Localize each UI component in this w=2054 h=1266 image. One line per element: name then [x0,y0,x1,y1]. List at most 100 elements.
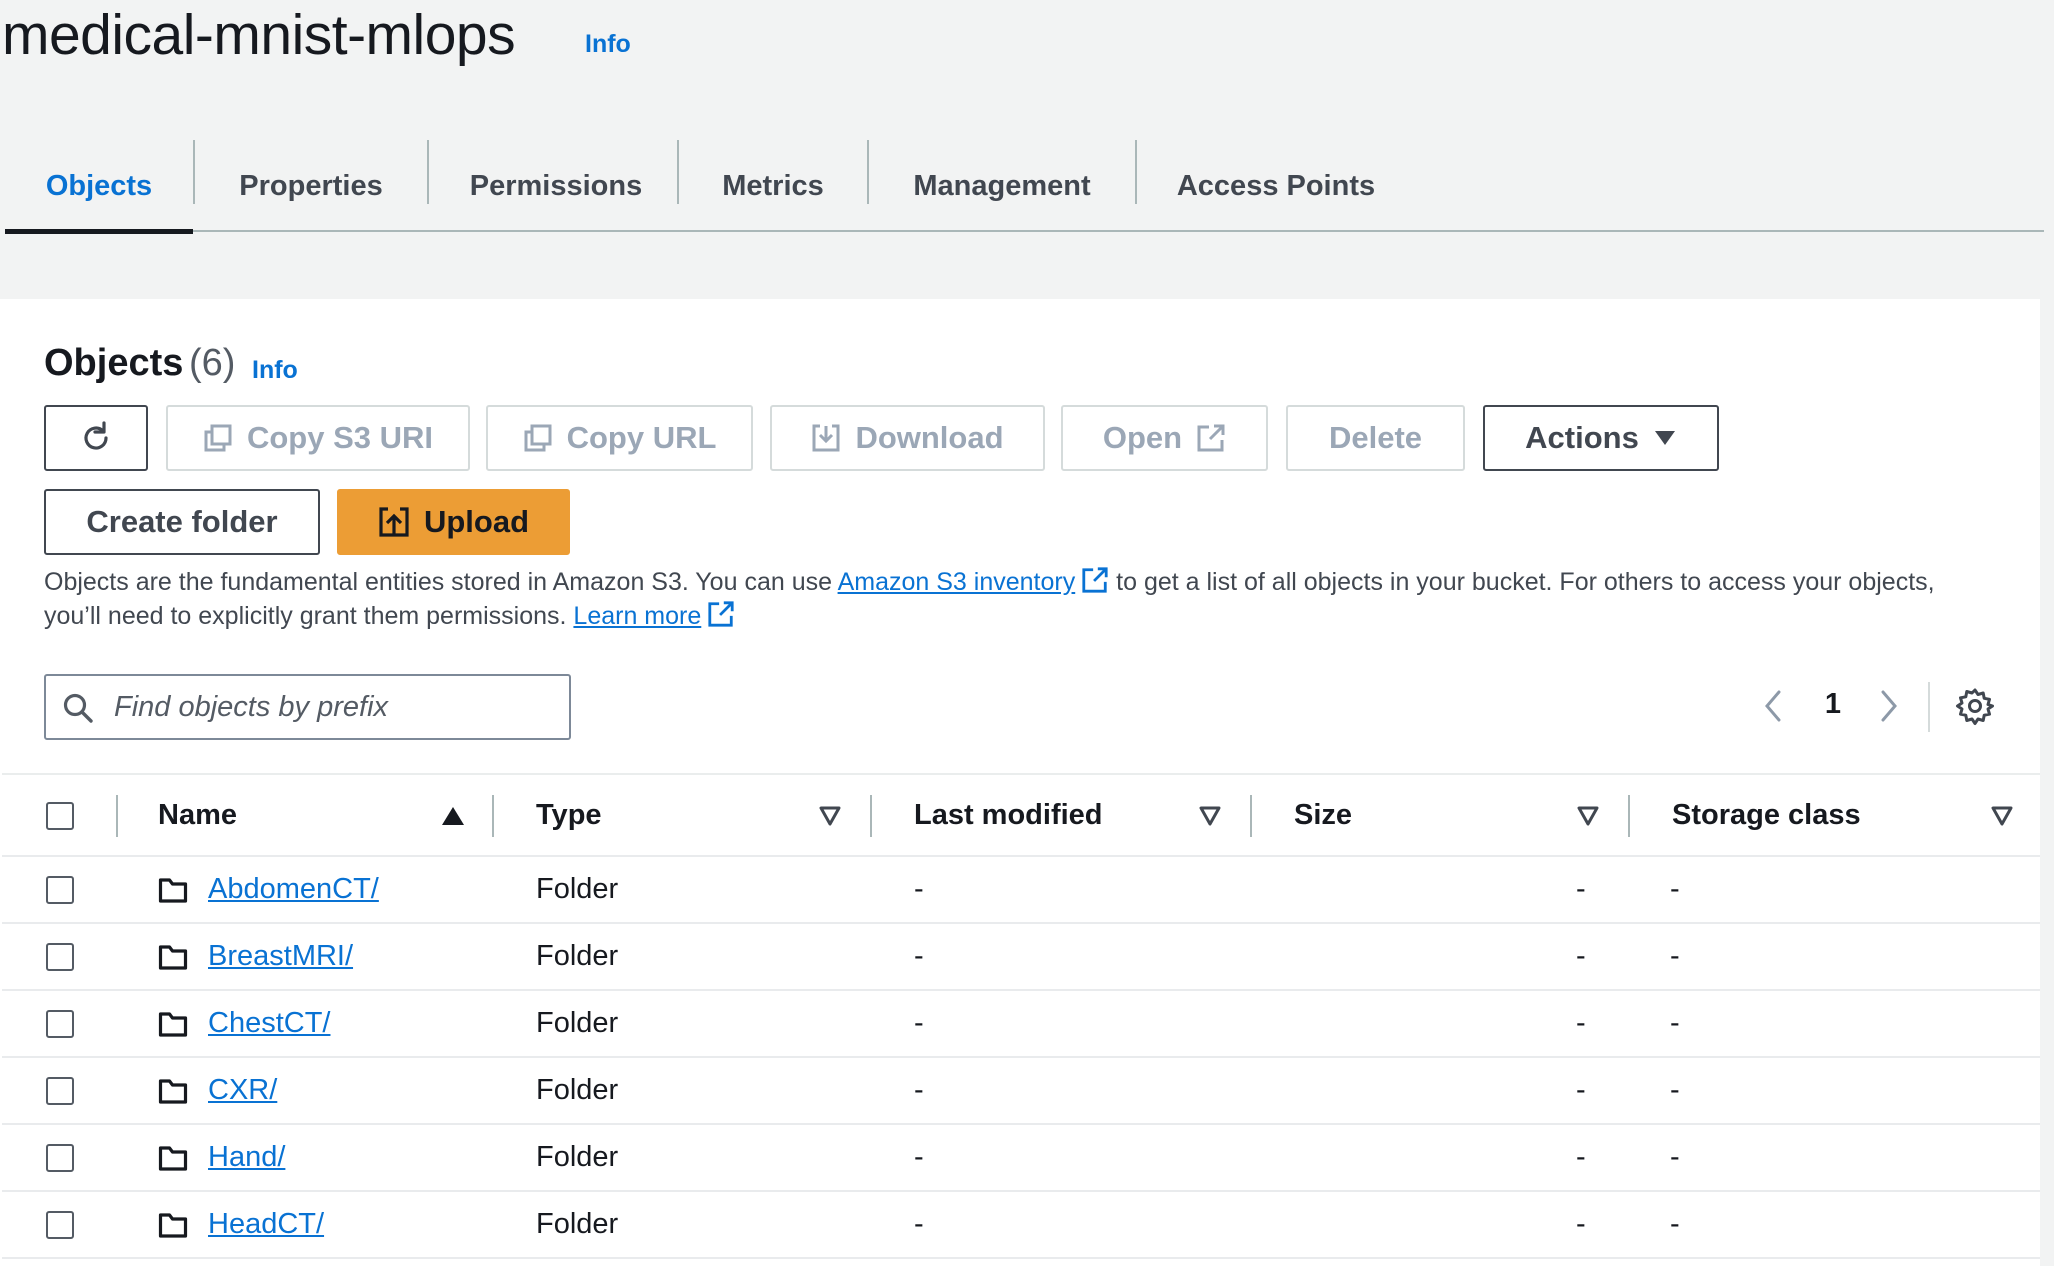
column-header-type[interactable]: Type [536,775,602,855]
select-all-checkbox[interactable] [46,802,74,830]
sort-icon[interactable] [1990,805,2014,827]
row-checkbox[interactable] [46,1144,74,1172]
object-name-link[interactable]: Hand/ [208,1141,285,1174]
upload-icon [379,507,409,537]
objects-info-link[interactable]: Info [252,356,298,385]
tab-access-points[interactable]: Access Points [1137,140,1415,232]
sort-ascending-icon[interactable] [440,805,466,827]
copy-icon [524,424,552,452]
object-name-link[interactable]: AbdomenCT/ [208,873,379,906]
search-input[interactable] [114,686,554,728]
object-last-modified: - [914,1007,924,1039]
object-last-modified: - [914,873,924,905]
page-info-link[interactable]: Info [585,30,631,59]
object-name-link[interactable]: BreastMRI/ [208,940,353,973]
table-row: HeadCT/ Folder - - - [2,1192,2040,1259]
tab-properties[interactable]: Properties [195,140,427,232]
download-label: Download [855,420,1004,455]
description-text: you’ll need to explicitly grant them per… [44,602,574,630]
pager-divider [1928,682,1930,732]
gear-icon[interactable] [1955,686,1995,726]
table-row: AbdomenCT/ Folder - - - [2,857,2040,924]
object-last-modified: - [914,1141,924,1173]
object-type: Folder [536,940,619,972]
row-checkbox[interactable] [46,943,74,971]
delete-label: Delete [1328,420,1423,455]
row-checkbox[interactable] [46,876,74,904]
column-divider [116,795,118,837]
external-link-icon [1082,567,1108,593]
column-header-last-modified[interactable]: Last modified [914,775,1103,855]
column-header-name[interactable]: Name [158,775,237,855]
objects-description-line-1: Objects are the fundamental entities sto… [44,566,1935,597]
tab-objects[interactable]: Objects [5,140,193,234]
folder-icon [158,1079,188,1104]
objects-description-line-2: you’ll need to explicitly grant them per… [44,600,735,631]
description-text: to get a list of all objects in your buc… [1109,568,1935,596]
tab-metrics[interactable]: Metrics [679,140,867,232]
object-size: - [1576,1141,1586,1173]
chevron-left-icon[interactable] [1760,688,1786,724]
table-header: Name Type Last modified Size Storage cla… [2,773,2040,857]
external-link-icon [1197,424,1225,452]
object-size: - [1576,1074,1586,1106]
table-row: Hand/ Folder - - - [2,1125,2040,1192]
object-type: Folder [536,1208,619,1240]
sort-icon[interactable] [1576,805,1600,827]
delete-button[interactable]: Delete [1286,405,1465,471]
object-size: - [1576,940,1586,972]
description-text: Objects are the fundamental entities sto… [44,568,838,596]
row-checkbox[interactable] [46,1010,74,1038]
tab-permissions[interactable]: Permissions [429,140,683,232]
table-row: BreastMRI/ Folder - - - [2,924,2040,991]
object-name-link[interactable]: CXR/ [208,1074,277,1107]
folder-icon [158,1146,188,1171]
object-storage-class: - [1670,873,1680,905]
search-icon [63,693,93,723]
tab-management[interactable]: Management [869,140,1135,232]
panel-edge [2040,299,2054,1266]
sort-icon[interactable] [818,805,842,827]
create-folder-button[interactable]: Create folder [44,489,320,555]
chevron-right-icon[interactable] [1876,688,1902,724]
table-row: CXR/ Folder - - - [2,1058,2040,1125]
s3-inventory-link[interactable]: Amazon S3 inventory [838,568,1076,596]
copy-s3-uri-button[interactable]: Copy S3 URI [166,405,470,471]
copy-url-label: Copy URL [566,420,717,455]
object-type: Folder [536,1007,619,1039]
object-storage-class: - [1670,1007,1680,1039]
learn-more-link[interactable]: Learn more [573,602,701,630]
row-checkbox[interactable] [46,1077,74,1105]
object-last-modified: - [914,1208,924,1240]
column-divider [870,795,872,837]
objects-count: (6) [189,342,236,384]
object-size: - [1576,1007,1586,1039]
download-button[interactable]: Download [770,405,1045,471]
column-header-size[interactable]: Size [1294,775,1352,855]
page-number[interactable]: 1 [1820,688,1846,721]
page-title: medical-mnist-mlops [2,3,516,67]
create-folder-label: Create folder [86,504,278,539]
object-size: - [1576,1208,1586,1240]
object-size: - [1576,873,1586,905]
tab-bar: Objects Properties Permissions Metrics M… [5,140,2044,234]
object-storage-class: - [1670,940,1680,972]
upload-label: Upload [423,504,530,539]
open-button[interactable]: Open [1061,405,1268,471]
refresh-button[interactable] [44,405,148,471]
open-label: Open [1102,420,1183,455]
upload-button[interactable]: Upload [337,489,570,555]
object-name-link[interactable]: HeadCT/ [208,1208,324,1241]
download-icon [812,424,840,452]
table-row: ChestCT/ Folder - - - [2,991,2040,1058]
sort-icon[interactable] [1198,805,1222,827]
copy-url-button[interactable]: Copy URL [486,405,753,471]
object-name-link[interactable]: ChestCT/ [208,1007,330,1040]
search-box[interactable] [44,674,571,740]
external-link-icon [708,601,734,627]
column-divider [1250,795,1252,837]
row-checkbox[interactable] [46,1211,74,1239]
actions-dropdown[interactable]: Actions [1483,405,1719,471]
copy-s3-uri-label: Copy S3 URI [246,420,434,455]
column-header-storage-class[interactable]: Storage class [1672,775,1861,855]
